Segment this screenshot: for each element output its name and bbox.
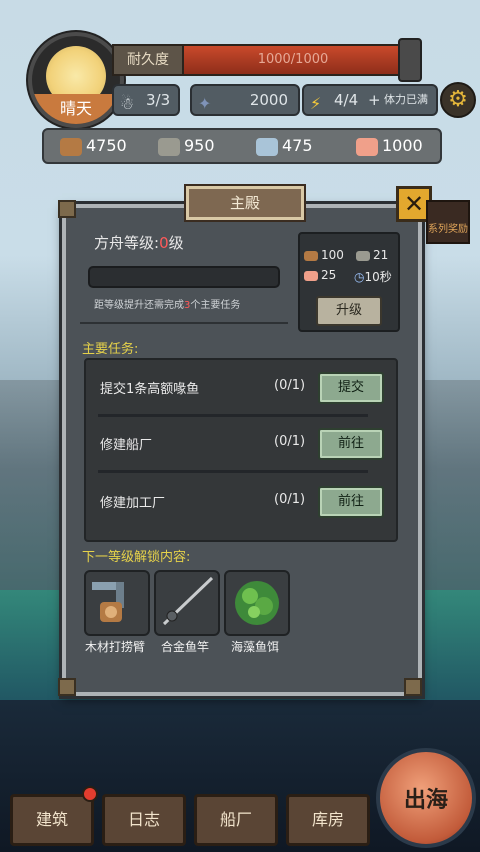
level-hint: 距等级提升还需完成3个主要任务 (94, 296, 240, 311)
series-reward-tag[interactable]: 系列奖励 (426, 200, 470, 244)
stone-icon (158, 137, 180, 156)
resource-iron: 475 (256, 130, 313, 162)
weather-label: 晴天 (32, 94, 120, 124)
seaweed-bait-icon (235, 581, 279, 625)
unlock-label: 合金鱼竿 (160, 640, 209, 654)
panel-corner-bolt (58, 678, 76, 696)
cost-time: ◷10秒 (354, 268, 392, 285)
resource-wood: 4750 (60, 130, 127, 162)
panel-title: 主殿 (186, 186, 304, 220)
fishing-rod-icon (162, 576, 214, 626)
ark-level: 方舟等级:0级 (94, 232, 184, 253)
cost-fish: 25 (304, 268, 336, 282)
cost-time-value: 10秒 (364, 270, 392, 284)
cost-stone: 21 (356, 248, 388, 262)
weather-dial[interactable]: 晴天 (28, 32, 124, 128)
stamina-status: 体力已满 (384, 93, 428, 106)
iron-value: 475 (282, 136, 313, 155)
resource-stone: 950 (158, 130, 215, 162)
lightning-icon: ⚡ (310, 94, 322, 113)
level-prefix: 方舟等级: (94, 234, 160, 252)
cost-wood-value: 100 (321, 248, 344, 262)
nav-build-button[interactable]: 建筑 (10, 794, 94, 846)
stone-value: 950 (184, 136, 215, 155)
upgrade-button[interactable]: 升级 (316, 296, 382, 326)
durability-bar-cap (398, 38, 422, 82)
cost-stone-value: 21 (373, 248, 389, 262)
next-unlock-label: 下一等级解锁内容: (82, 550, 191, 565)
task-name: 修建船厂 (100, 438, 153, 453)
wood-icon (304, 250, 318, 261)
task-row: 修建加工厂 (0/1) 前往 (86, 474, 396, 532)
unlock-label: 木材打捞臂 (84, 640, 145, 654)
task-progress: (0/1) (274, 434, 306, 449)
crew-icon: ☃ (120, 94, 135, 113)
level-suffix: 级 (168, 234, 184, 252)
coin-stat[interactable]: ✦ 2000 (190, 84, 300, 116)
unlock-seaweed-bait[interactable] (224, 570, 290, 636)
wood-icon (60, 137, 82, 156)
stamina-stat[interactable]: ⚡ 4/4 + 体力已满 (302, 84, 438, 116)
durability-label: 耐久度 (112, 44, 184, 76)
go-button[interactable]: 前往 (318, 486, 384, 518)
salvage-arm-icon (92, 582, 124, 622)
stone-icon (356, 250, 370, 261)
fish-icon (356, 137, 378, 156)
crew-stat[interactable]: ☃ 3/3 (112, 84, 180, 116)
resource-bar: 4750 950 475 1000 (42, 128, 442, 164)
nav-shipyard-button[interactable]: 船厂 (194, 794, 278, 846)
task-name: 修建加工厂 (100, 496, 166, 511)
panel-corner-bolt (58, 200, 76, 218)
stamina-value: 4/4 (334, 91, 359, 109)
fish-value: 1000 (382, 136, 423, 155)
nav-log-button[interactable]: 日志 (102, 794, 186, 846)
level-number: 0 (159, 234, 169, 252)
task-row: 提交1条高额喙鱼 (0/1) 提交 (86, 360, 396, 418)
submit-button[interactable]: 提交 (318, 372, 384, 404)
row-divider (98, 470, 368, 473)
unlock-wood-arm[interactable] (84, 570, 150, 636)
notification-dot (82, 786, 98, 802)
coin-value: 2000 (249, 91, 288, 109)
panel-corner-bolt (404, 678, 422, 696)
go-button[interactable]: 前往 (318, 428, 384, 460)
task-row: 修建船厂 (0/1) 前往 (86, 416, 396, 474)
stamina-plus: + (368, 91, 381, 109)
task-progress: (0/1) (274, 492, 306, 507)
set-sail-button[interactable]: 出海 (376, 748, 476, 848)
iron-icon (256, 137, 278, 156)
unlock-label: 海藻鱼饵 (230, 640, 279, 654)
hint-suffix: 个主要任务 (190, 300, 241, 311)
task-list: 提交1条高额喙鱼 (0/1) 提交 修建船厂 (0/1) 前往 修建加工厂 (0… (84, 358, 398, 542)
durability-value: 1000/1000 (257, 52, 329, 67)
cost-fish-value: 25 (321, 268, 337, 282)
fish-icon (304, 270, 318, 281)
durability-bar: 1000/1000 (182, 44, 404, 76)
hint-prefix: 距等级提升还需完成 (94, 300, 184, 311)
clock-icon: ◷ (354, 270, 365, 284)
level-progress-bar (88, 266, 280, 288)
task-progress: (0/1) (274, 378, 306, 393)
nav-warehouse-button[interactable]: 库房 (286, 794, 370, 846)
set-sail-label: 出海 (403, 788, 448, 813)
main-tasks-label: 主要任务: (82, 342, 139, 357)
cost-wood: 100 (304, 248, 344, 262)
wood-value: 4750 (86, 136, 127, 155)
resource-fish: 1000 (356, 130, 423, 162)
divider (80, 322, 288, 324)
crew-value: 3/3 (146, 91, 171, 109)
coin-icon: ✦ (198, 94, 212, 113)
unlock-alloy-rod[interactable] (154, 570, 220, 636)
task-name: 提交1条高额喙鱼 (100, 382, 200, 397)
settings-gear-icon[interactable]: ⚙ (440, 82, 476, 118)
